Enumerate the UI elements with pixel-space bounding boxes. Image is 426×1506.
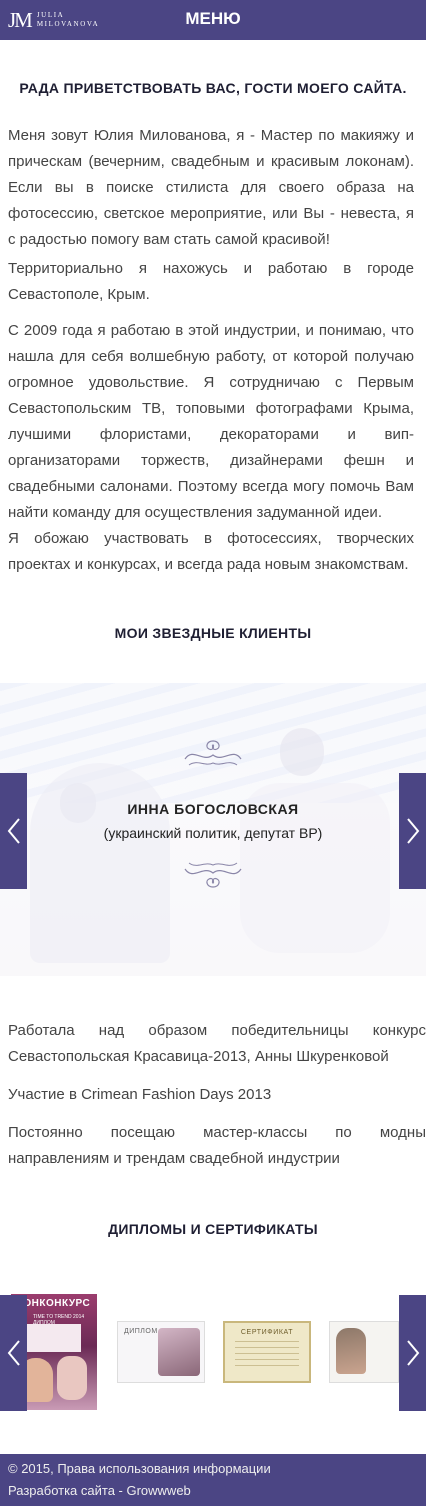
- diplomas-next-button[interactable]: [399, 1295, 426, 1411]
- achievement-item: Постоянно посещаю мастер-классы по модны…: [8, 1124, 426, 1167]
- diploma-photo: [57, 1356, 87, 1400]
- footer-developer-link[interactable]: Разработка сайта - Growwweb: [8, 1483, 191, 1498]
- certificate-label: СЕРТИФИКАТ: [240, 1329, 294, 1336]
- header: JM JULIA MILOVANOVA МЕНЮ: [0, 0, 426, 40]
- welcome-paragraph-2: Территориально я нахожусь и работаю в го…: [8, 260, 414, 303]
- certificate-thumbnail[interactable]: СЕРТИФИКАТ: [223, 1321, 311, 1383]
- diploma-photo: [336, 1328, 366, 1374]
- welcome-paragraph-3: С 2009 года я работаю в этой индустрии, …: [8, 322, 414, 521]
- diploma-thumbnail[interactable]: ДИПЛОМ: [117, 1321, 205, 1383]
- clients-next-button[interactable]: [399, 773, 426, 889]
- client-name: ИННА БОГОСЛОВСКАЯ: [127, 801, 299, 817]
- ornament-top-icon: [184, 740, 242, 766]
- achievement-item: Участие в Crimean Fashion Days 2013: [8, 1086, 272, 1103]
- clients-title: МОИ ЗВЕЗДНЫЕ КЛИЕНТЫ: [114, 625, 312, 641]
- chevron-left-icon: [7, 818, 20, 844]
- footer-copyright: © 2015, Права использования информации: [8, 1461, 271, 1476]
- welcome-title: РАДА ПРИВЕТСТВОВАТЬ ВАС, ГОСТИ МОЕГО САЙ…: [19, 80, 407, 96]
- client-role: (украинский политик, депутат ВР): [103, 825, 323, 841]
- chevron-left-icon: [7, 1340, 20, 1366]
- welcome-paragraph-1: Меня зовут Юлия Милованова, я - Мастер п…: [8, 127, 414, 248]
- welcome-paragraph-4: Я обожаю участвовать в фотосессиях, твор…: [8, 530, 414, 573]
- diploma-thumbnail[interactable]: [329, 1321, 399, 1383]
- diplomas-prev-button[interactable]: [0, 1295, 27, 1411]
- achievement-item: Работала над образом победительницы конк…: [8, 1022, 426, 1065]
- diploma-label: ДИПЛОМ: [124, 1328, 158, 1335]
- menu-button[interactable]: МЕНЮ: [0, 0, 426, 40]
- clients-prev-button[interactable]: [0, 773, 27, 889]
- ornament-bottom-icon: [184, 862, 242, 888]
- diploma-label: ТОНКОНКУРС: [17, 1298, 91, 1309]
- clients-slider: ИННА БОГОСЛОВСКАЯ (украинский политик, д…: [0, 683, 426, 976]
- certificate-text-lines: [235, 1341, 299, 1371]
- diplomas-title: ДИПЛОМЫ И СЕРТИФИКАТЫ: [108, 1221, 318, 1237]
- footer: © 2015, Права использования информации Р…: [0, 1454, 426, 1506]
- chevron-right-icon: [406, 818, 419, 844]
- diploma-photo: [158, 1328, 200, 1376]
- chevron-right-icon: [406, 1340, 419, 1366]
- diploma-card: [21, 1324, 81, 1352]
